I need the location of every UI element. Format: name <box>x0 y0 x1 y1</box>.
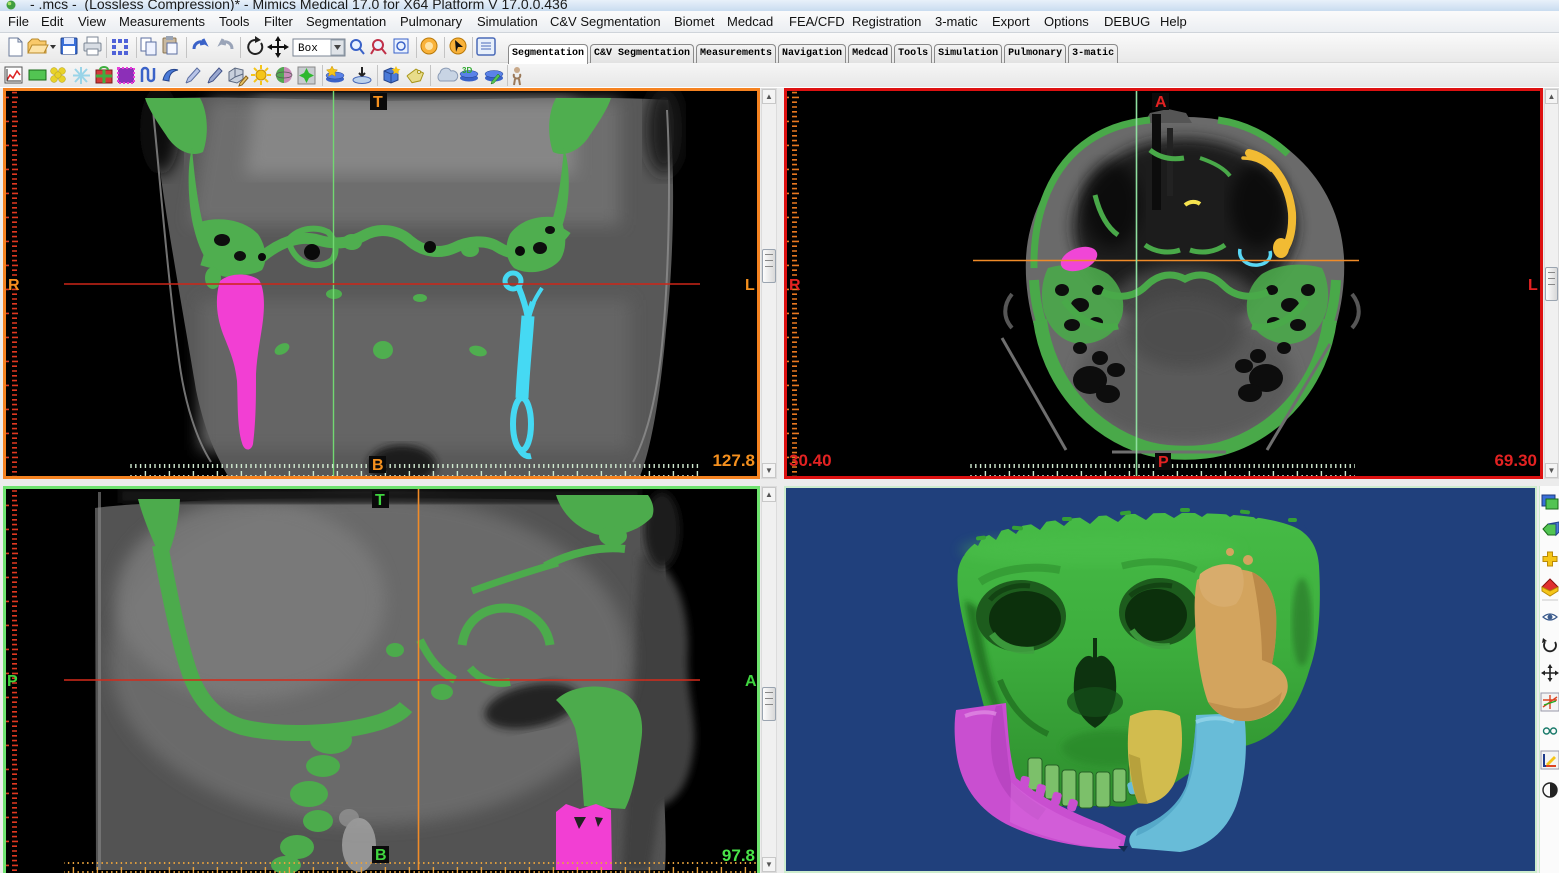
svg-text:L: L <box>1528 277 1538 294</box>
svg-text:P: P <box>7 673 18 690</box>
svg-text:30.40: 30.40 <box>789 451 832 470</box>
svg-text:3D: 3D <box>462 66 472 75</box>
svg-text:A: A <box>1155 94 1167 111</box>
svg-text:L: L <box>745 277 755 294</box>
svg-text:69.30: 69.30 <box>1494 451 1537 470</box>
svg-text:T: T <box>373 94 383 111</box>
svg-text:B: B <box>372 457 384 474</box>
svg-text:127.8: 127.8 <box>712 451 755 470</box>
svg-text:T: T <box>375 492 385 509</box>
svg-text:R: R <box>789 277 801 294</box>
svg-text:A: A <box>745 673 757 690</box>
svg-text:97.8: 97.8 <box>722 846 755 865</box>
svg-text:B: B <box>375 847 387 864</box>
svg-text:P: P <box>1158 454 1169 471</box>
svg-text:Box: Box <box>298 43 318 55</box>
svg-text:R: R <box>8 277 20 294</box>
